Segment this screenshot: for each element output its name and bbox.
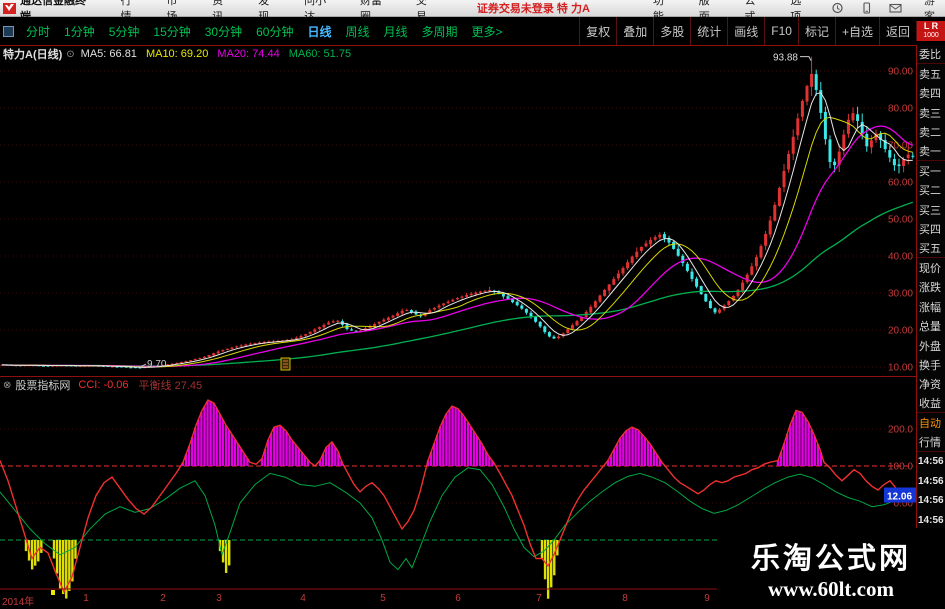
toolbar-button-3[interactable]: 统计 [690,17,727,45]
eye-icon[interactable]: ⊙ [66,49,74,60]
sidebar-row-16[interactable]: 换手 [917,355,945,374]
sidebar-row-7[interactable]: 买二 [917,181,945,200]
period-button-4[interactable]: 30分钟 [198,23,249,40]
sidebar-time-0: 14:56 [918,456,944,468]
app-logo-icon [3,2,16,14]
toolbar-button-0[interactable]: 复权 [579,17,616,45]
sidebar-row-4[interactable]: 卖二 [917,123,945,142]
svg-text:100.0: 100.0 [888,462,913,473]
svg-text:60.00: 60.00 [888,178,913,189]
x-axis-month-4: 5 [380,593,386,604]
sidebar-quote-label[interactable]: 行情 [917,433,945,453]
sidebar-row-14[interactable]: 总量 [917,316,945,335]
sidebar-row-12[interactable]: 涨跌 [917,278,945,297]
sidebar-row-8[interactable]: 买三 [917,200,945,219]
toolbar-button-6[interactable]: 标记 [797,17,835,45]
sidebar-row-5[interactable]: 卖一 [917,142,945,162]
phone-icon[interactable] [860,2,873,14]
period-button-3[interactable]: 15分钟 [146,23,197,40]
sidebar-row-3[interactable]: 卖三 [917,103,945,122]
svg-text:200.0: 200.0 [888,425,913,436]
sidebar-row-18[interactable]: 收益 [917,394,945,414]
x-axis-month-0: 1 [83,593,89,604]
period-button-1[interactable]: 1分钟 [57,23,102,40]
svg-text:50.00: 50.00 [888,215,913,226]
ma-labels: MA5: 66.81 MA10: 69.20 MA20: 74.44 MA60: 51… [81,48,360,60]
menu-bar: 通达信金融终端 行情市场资讯发现问小达财富圈交易 证券交易未登录 特 力A 功能… [0,0,945,23]
x-axis-month-8: 9 [704,593,710,604]
svg-text:9.70: 9.70 [147,359,167,370]
sidebar-row-2[interactable]: 卖四 [917,84,945,103]
ma-label-2: MA20: 74.44 [217,48,280,60]
cci-value-label: CCI: -0.06 [78,379,129,391]
sidebar-row-0[interactable]: 委比 [917,45,945,65]
toolbar-button-7[interactable]: +自选 [834,17,879,45]
login-status[interactable]: 证券交易未登录 特 力A [477,0,590,16]
sidebar-row-10[interactable]: 买五 [917,239,945,259]
chart-title: 特力A(日线) [3,49,63,61]
svg-text:40.00: 40.00 [888,252,913,263]
x-axis-month-1: 2 [160,593,166,604]
sidebar-row-15[interactable]: 外盘 [917,336,945,355]
period-button-8[interactable]: 月线 [377,23,415,40]
watermark-url: www.60lt.com [768,577,894,601]
ma-label-3: MA60: 51.75 [288,48,352,60]
period-button-9[interactable]: 多周期 [415,23,465,40]
x-axis-month-6: 7 [536,593,542,604]
watermark-site-name: 乐淘公式网 [750,543,911,575]
sidebar-row-17[interactable]: 净资 [917,375,945,394]
toolbar-button-5[interactable]: F10 [764,17,798,45]
sidebar-row-13[interactable]: 涨幅 [917,297,945,316]
sidebar-row-9[interactable]: 买四 [917,220,945,239]
svg-text:10.00: 10.00 [888,363,913,374]
toolbar-button-4[interactable]: 画线 [727,17,764,45]
event-marker-icon [51,590,55,595]
window-icon[interactable] [3,25,14,37]
indicator-name[interactable]: 股票指标网 [15,377,70,393]
collapse-icon[interactable]: ⊗ [3,380,11,391]
x-axis-month-5: 6 [455,593,461,604]
svg-text:80.00: 80.00 [888,104,913,115]
main-candle-chart[interactable]: 90.0080.0070.0060.0050.0040.0030.0020.00… [0,45,916,376]
main-chart-header: 特力A(日线) ⊙ MA5: 66.81 MA10: 69.20 MA20: 74.… [3,47,360,61]
ma-label-0: MA5: 66.81 [80,48,137,60]
period-button-5[interactable]: 60分钟 [249,23,300,40]
sidebar-auto-label[interactable]: 自动 [917,413,945,432]
ma-label-1: MA10: 69.20 [145,48,209,60]
balance-line-label: 平衡线 27.45 [138,380,203,392]
indicator-header: ⊗ 股票指标网 CCI: -0.06 平衡线 27.45 [0,377,916,393]
svg-text:20.00: 20.00 [888,326,913,337]
watermark: 乐淘公式网 www.60lt.com [717,528,945,609]
period-button-7[interactable]: 周线 [338,23,376,40]
period-toolbar: 分时 1分钟 5分钟 15分钟 30分钟 60分钟 日线 周线 月线 多周期 更多> 复权 叠加 多股统… [0,17,945,45]
sidebar-time-2: 14:56 [918,495,944,507]
sidebar-row-1[interactable]: 卖五 [917,64,945,83]
period-button-0[interactable]: 分时 [19,23,57,40]
terminal-window: 通达信金融终端 行情市场资讯发现问小达财富圈交易 证券交易未登录 特 力A 功能… [0,0,945,609]
sidebar-time-1: 14:56 [918,475,944,487]
toolbar-button-8[interactable]: 返回 [878,17,916,45]
period-button-2[interactable]: 5分钟 [102,23,147,40]
toolbar-button-1[interactable]: 叠加 [616,17,653,45]
sidebar-row-11[interactable]: 现价 [917,258,945,277]
toolbar-right-buttons: 复权 叠加 多股 统计 画线 F10 标记 +自选 返回 [579,17,916,45]
svg-text:90.00: 90.00 [888,67,913,78]
period-buttons: 分时 1分钟 5分钟 15分钟 30分钟 60分钟 日线 周线 月线 多周期 更多> [19,23,510,40]
lr-badge[interactable]: L R 1000 [916,21,945,41]
sidebar-time-3: 14:56 [918,514,944,526]
sidebar-row-6[interactable]: 买一 [917,161,945,180]
x-axis-month-3: 4 [300,593,306,604]
mail-icon[interactable] [889,2,902,14]
toolbar-button-2[interactable]: 多股 [653,17,690,45]
svg-text:12.06: 12.06 [887,492,912,503]
svg-text:30.00: 30.00 [888,289,913,300]
quote-sidebar: 委比 卖五 卖四 卖三 卖二 卖一 买一 买二 买三 买四 买五 现价 涨跌 涨幅 总量 外盘 换手 净资 收益 自动… [916,45,945,609]
svg-text:93.88: 93.88 [773,53,798,64]
period-button-10[interactable]: 更多> [465,23,510,40]
x-axis-month-7: 8 [622,593,628,604]
x-axis-month-2: 3 [216,593,222,604]
period-button-6[interactable]: 日线 [300,23,338,40]
x-axis-year: 2014年 [2,597,35,608]
service-icon[interactable] [831,2,844,14]
